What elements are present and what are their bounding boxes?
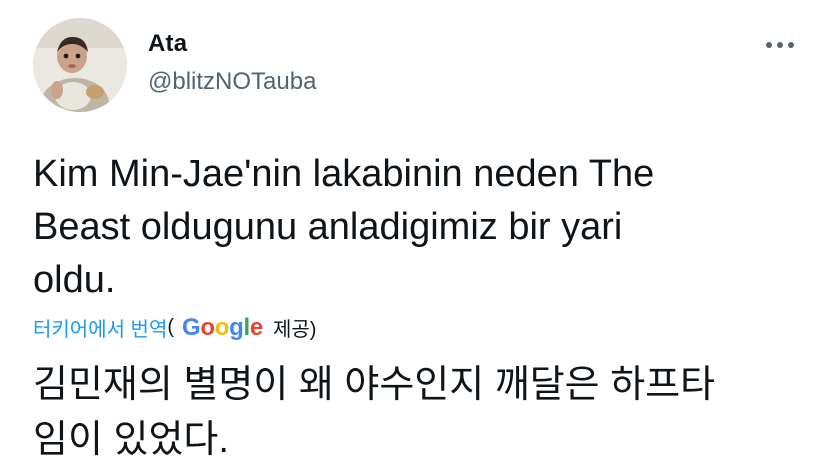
google-letter: o	[214, 313, 230, 341]
google-logo: Google	[182, 314, 263, 342]
author-name[interactable]: Ata	[148, 30, 187, 58]
tweet-text-line: Kim Min-Jae'nin lakabinin neden The	[33, 153, 655, 195]
more-options-icon	[788, 42, 794, 48]
translated-from-link[interactable]: 터키어에서 번역	[33, 313, 167, 342]
tweet-text-line: oldu.	[33, 259, 116, 301]
more-options-button[interactable]	[760, 30, 800, 60]
provided-by-label: 제공)	[272, 319, 317, 341]
more-options-icon	[777, 42, 783, 48]
tweet-text: Kim Min-Jae'nin lakabinin neden The Beas…	[33, 148, 803, 307]
google-letter: G	[182, 313, 201, 341]
google-letter: e	[249, 313, 263, 341]
google-letter: o	[200, 313, 215, 341]
tweet-card: Ata @blitzNOTauba Kim Min-Jae'nin lakabi…	[0, 0, 828, 473]
translated-text: 김민재의 별명이 왜 야수인지 깨달은 하프타 임이 있었다.	[33, 358, 803, 468]
author-avatar[interactable]	[33, 18, 127, 112]
translation-attribution: 터키어에서 번역 ( Google 제공)	[33, 313, 316, 342]
translated-text-line: 임이 있었다.	[33, 419, 229, 461]
tweet-text-line: Beast oldugunu anladigimiz bir yari	[33, 206, 623, 248]
translated-text-line: 김민재의 별명이 왜 야수인지 깨달은 하프타	[33, 364, 716, 406]
more-options-icon	[766, 42, 772, 48]
google-letter: g	[229, 313, 244, 341]
open-paren: (	[167, 316, 175, 338]
author-handle[interactable]: @blitzNOTauba	[148, 68, 316, 96]
avatar-photo-icon	[33, 18, 127, 112]
